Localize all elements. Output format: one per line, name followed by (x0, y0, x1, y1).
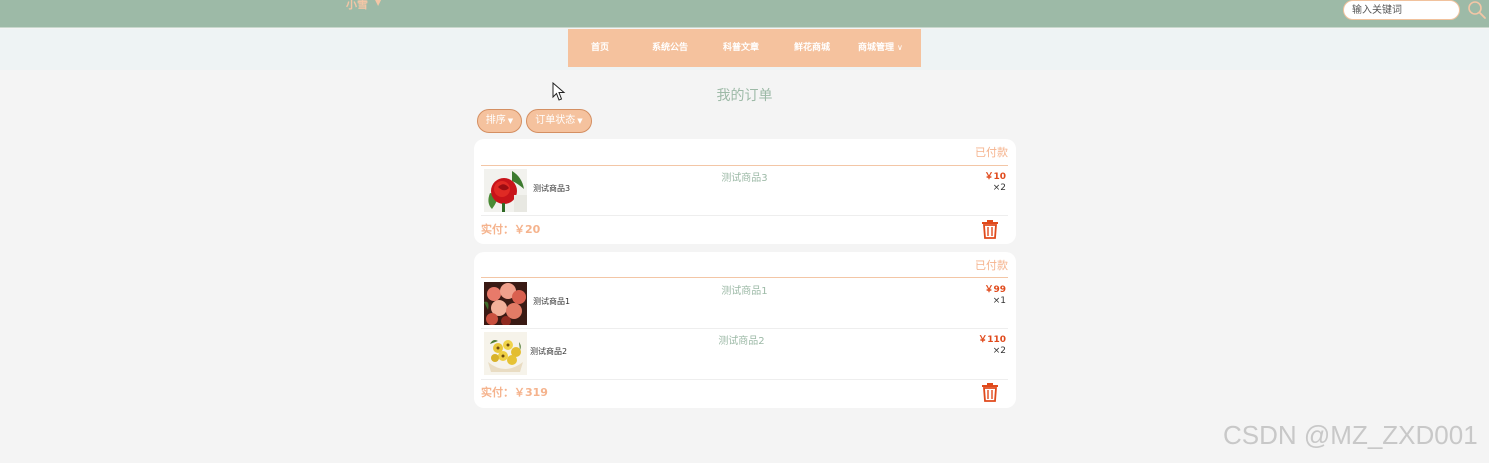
product-name[interactable]: 测试商品2 (475, 332, 1008, 347)
chevron-down-icon[interactable]: ▼ (375, 0, 381, 7)
nav-item-shop-management-label: 商城管理 (858, 43, 895, 53)
mouse-cursor-icon (552, 82, 566, 101)
caret-down-icon: ▼ (507, 117, 514, 125)
caret-down-icon: ▼ (577, 117, 583, 125)
main-nav: 首页 系统公告 科普文章 鲜花商城 商城管理 ∨ (568, 29, 921, 67)
product-name-small: 测试商品3 (533, 184, 571, 193)
order-item[interactable]: 测试商品1 测试商品1 ￥99 ×1 (481, 279, 1008, 329)
product-price: ￥110 (978, 335, 1006, 345)
product-quantity: ×2 (992, 346, 1006, 356)
paid-amount: 实付：￥20 (481, 223, 541, 236)
search-icon[interactable] (1466, 0, 1488, 20)
sort-label: 排序 (485, 115, 506, 126)
sort-dropdown-button[interactable]: 排序 ▼ (477, 109, 522, 133)
product-name[interactable]: 测试商品3 (481, 169, 1008, 184)
nav-item-announcements[interactable]: 系统公告 (652, 29, 688, 67)
page-title: 我的订单 (716, 88, 773, 104)
product-name[interactable]: 测试商品1 (481, 282, 1008, 297)
nav-item-articles[interactable]: 科普文章 (723, 29, 759, 67)
paid-amount: 实付：￥319 (481, 386, 548, 399)
product-quantity: ×1 (992, 296, 1006, 306)
order-card: 已付款 测试商品1 测试商品1 ￥99 ×1 测试商品2 测试商品2 ￥110 … (474, 252, 1016, 408)
order-status-label: 订单状态 (535, 115, 576, 126)
trash-icon[interactable] (981, 219, 999, 239)
divider (481, 215, 1008, 216)
trash-icon[interactable] (981, 382, 999, 402)
chevron-down-icon: ∨ (897, 43, 903, 52)
search-input[interactable] (1343, 0, 1460, 20)
product-price: ￥99 (984, 285, 1006, 295)
order-item[interactable]: 测试商品2 测试商品2 ￥110 ×2 (481, 329, 1008, 379)
divider (481, 277, 1008, 278)
product-quantity: ×2 (992, 183, 1006, 193)
watermark: CSDN @MZ_ZXD001 (1223, 420, 1478, 450)
order-status: 已付款 (975, 146, 1008, 159)
nav-item-home[interactable]: 首页 (591, 29, 609, 67)
product-price: ￥10 (984, 172, 1006, 182)
order-status: 已付款 (975, 259, 1008, 272)
divider (481, 379, 1008, 380)
order-status-dropdown-button[interactable]: 订单状态 ▼ (526, 109, 592, 133)
product-name-small: 测试商品1 (533, 297, 571, 306)
order-card: 已付款 测试商品3 测试商品3 ￥10 ×2 实付：￥20 (474, 139, 1016, 244)
user-name[interactable]: 小雪 (346, 0, 368, 12)
product-name-small: 测试商品2 (530, 347, 568, 356)
nav-item-shop-management[interactable]: 商城管理 ∨ (858, 29, 903, 67)
top-bar: 小雪 ▼ (0, 0, 1489, 28)
order-item[interactable]: 测试商品3 测试商品3 ￥10 ×2 (481, 166, 1008, 216)
nav-item-flower-shop[interactable]: 鲜花商城 (794, 29, 830, 67)
